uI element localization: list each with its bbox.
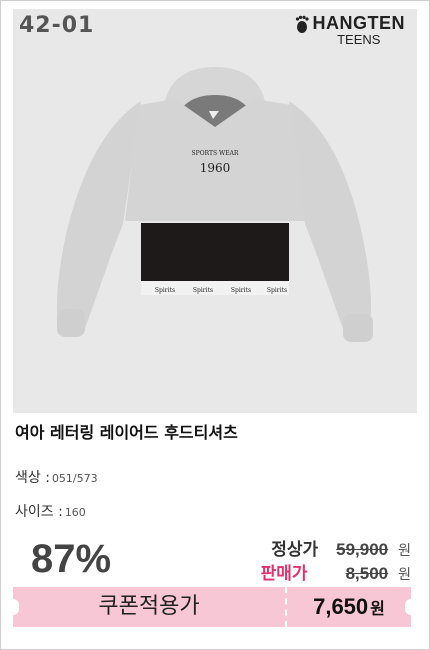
coupon-price-value: 7,650: [313, 594, 369, 619]
brand-name: HANGTEN: [312, 13, 405, 33]
band-text: Spirits: [267, 287, 287, 294]
band-text: Spirits: [193, 287, 213, 294]
brand-sub: TEENS: [337, 32, 381, 47]
coupon-price-banner[interactable]: 쿠폰적용가 7,650 원: [13, 587, 411, 627]
coupon-price: 7,650 원: [287, 594, 411, 620]
footprint-icon: [295, 15, 309, 33]
product-code: 42-01: [19, 13, 95, 38]
coupon-notch-right: [405, 599, 417, 615]
product-card[interactable]: SPORTS WEAR 1960 Spirits Spirits Spirits…: [0, 0, 430, 650]
sale-price-row: 판매가 8,500 원: [261, 559, 411, 584]
color-info: 색상 :051/573: [15, 467, 98, 487]
coupon-currency: 원: [370, 601, 385, 618]
coupon-notch-left: [7, 599, 19, 615]
sale-price: 8,500: [345, 564, 389, 583]
product-title[interactable]: 여아 레터링 레이어드 후드티셔츠: [15, 419, 238, 443]
size-label: 사이즈 :: [15, 504, 63, 520]
discount-rate: 87%: [31, 537, 112, 581]
sale-price-label: 판매가: [260, 564, 308, 583]
brand-logo: HANGTEN TEENS: [295, 13, 406, 47]
regular-price-label: 정상가: [271, 540, 319, 559]
svg-text:SPORTS WEAR: SPORTS WEAR: [192, 150, 239, 157]
band-text: Spirits: [155, 287, 175, 294]
coupon-label: 쿠폰적용가: [13, 587, 287, 627]
band-text: Spirits: [231, 287, 251, 294]
color-label: 색상 :: [15, 470, 50, 486]
regular-price-row: 정상가 59,900 원: [271, 535, 411, 560]
hoodie-image: SPORTS WEAR 1960 Spirits Spirits Spirits…: [57, 67, 373, 342]
size-info: 사이즈 :160: [15, 501, 86, 521]
color-value: 051/573: [51, 472, 98, 485]
product-image[interactable]: SPORTS WEAR 1960 Spirits Spirits Spirits…: [13, 9, 417, 413]
regular-price: 59,900: [336, 540, 389, 559]
size-value: 160: [64, 506, 86, 519]
hoodie-print: 1960: [200, 161, 231, 175]
regular-currency: 원: [398, 542, 411, 558]
sale-currency: 원: [398, 566, 411, 582]
